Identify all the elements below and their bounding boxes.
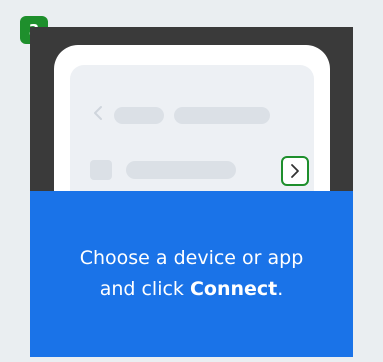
instruction-caption: Choose a device or app and click Connect… [30, 191, 353, 357]
connect-label: Connect [189, 278, 278, 300]
caption-line-1: Choose a device or app [79, 247, 304, 269]
caption-text: and click [99, 278, 190, 300]
skeleton-item-icon [90, 160, 112, 180]
chevron-right-icon [291, 164, 299, 178]
skeleton-item-label [126, 161, 236, 179]
chevron-left-icon [94, 106, 102, 120]
caption-line-2: and click Connect. [30, 274, 353, 305]
skeleton-title-placeholder [174, 107, 270, 124]
connect-chevron-button[interactable] [281, 156, 309, 186]
caption-text: . [277, 278, 284, 300]
skeleton-title-placeholder [114, 107, 164, 124]
